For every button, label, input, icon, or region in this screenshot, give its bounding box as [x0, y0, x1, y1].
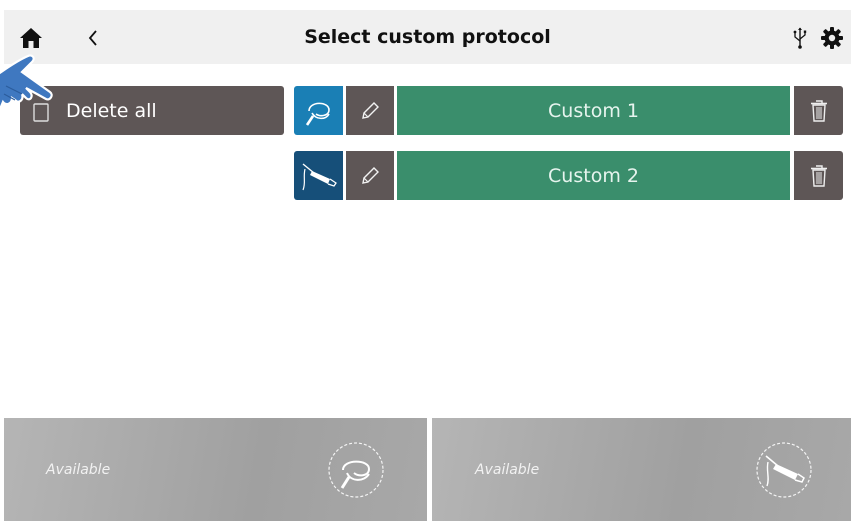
back-icon[interactable]	[80, 23, 106, 53]
pencil-icon	[362, 101, 379, 119]
handpiece-applicator-icon	[754, 440, 814, 500]
protocol-name-button[interactable]: Custom 2	[397, 151, 790, 200]
protocol-name-button[interactable]: Custom 1	[397, 86, 790, 135]
gear-icon[interactable]	[818, 24, 846, 52]
protocol-row: Custom 1	[294, 86, 843, 135]
delete-all-label: Delete all	[66, 99, 157, 122]
slot-status: Available	[475, 462, 540, 478]
slot-status: Available	[46, 462, 111, 478]
headset-applicator-icon[interactable]	[294, 86, 343, 135]
page-title: Select custom protocol	[304, 26, 551, 48]
pointing-hand-icon	[0, 54, 53, 112]
handpiece-applicator-icon[interactable]	[294, 151, 343, 200]
pencil-icon	[362, 166, 379, 184]
usb-icon	[790, 24, 810, 52]
trash-icon	[810, 99, 827, 122]
applicator-slot-1[interactable]: Available	[4, 418, 427, 521]
protocol-row: Custom 2	[294, 151, 843, 200]
delete-button[interactable]	[794, 151, 843, 200]
headset-applicator-icon	[326, 440, 386, 500]
trash-icon	[810, 164, 827, 187]
edit-button[interactable]	[346, 151, 394, 200]
edit-button[interactable]	[346, 86, 394, 135]
screen: Select custom protocol Delete all Custom…	[4, 10, 851, 521]
header-bar: Select custom protocol	[4, 10, 851, 64]
delete-button[interactable]	[794, 86, 843, 135]
applicator-slot-2[interactable]: Available	[432, 418, 851, 521]
